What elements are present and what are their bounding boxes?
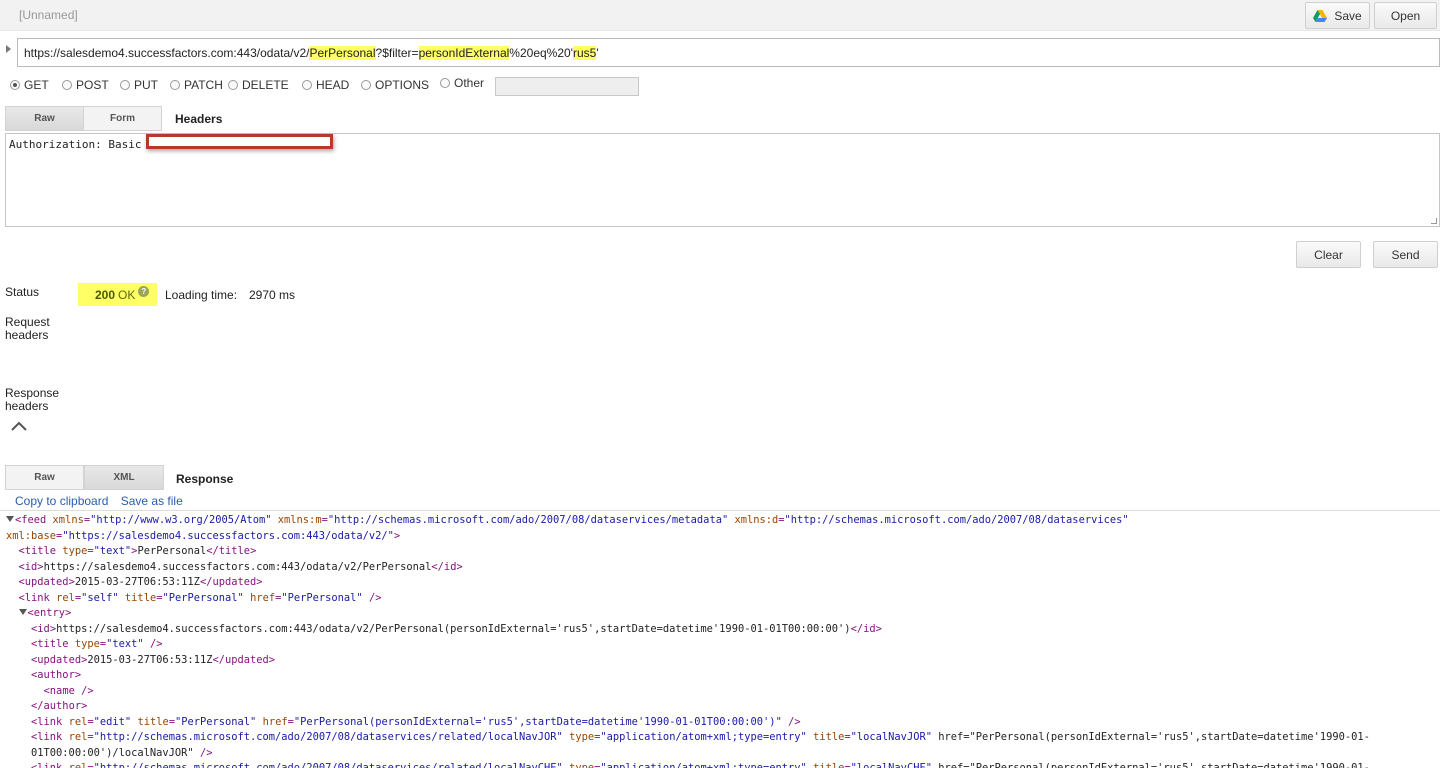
- radio-icon[interactable]: [228, 80, 238, 90]
- method-label: HEAD: [316, 78, 350, 92]
- status-text: OK: [118, 287, 136, 302]
- radio-icon[interactable]: [170, 80, 180, 90]
- method-patch[interactable]: PATCH: [170, 78, 223, 92]
- headers-tab-raw[interactable]: Raw: [5, 106, 84, 131]
- request-name[interactable]: [Unnamed]: [19, 8, 78, 22]
- method-label: PUT: [134, 78, 158, 92]
- url-part: rus5: [572, 46, 597, 60]
- xml-line: <id>https://salesdemo4.successfactors.co…: [31, 622, 882, 635]
- url-part: personIdExternal: [418, 46, 510, 60]
- xml-line: <link rel="edit" title="PerPersonal" hre…: [31, 715, 801, 728]
- send-button[interactable]: Send: [1373, 241, 1438, 268]
- response-headers-label-2: headers: [5, 399, 49, 413]
- xml-line: <link rel="self" title="PerPersonal" hre…: [18, 591, 382, 604]
- headers-section-label: Headers: [175, 112, 223, 126]
- xml-line: </author>: [31, 700, 88, 712]
- xml-line: <title type="text" />: [31, 638, 163, 650]
- xml-line: <feed xmlns="http://www.w3.org/2005/Atom…: [6, 513, 1440, 529]
- help-icon[interactable]: ?: [138, 286, 150, 297]
- method-label: OPTIONS: [375, 78, 430, 92]
- expand-url-arrow-icon[interactable]: [6, 45, 11, 53]
- radio-icon[interactable]: [120, 80, 130, 90]
- xml-line: xml:base="https://salesdemo4.successfact…: [6, 529, 401, 542]
- open-button[interactable]: Open: [1374, 2, 1437, 29]
- url-part: %20eq%20': [509, 46, 573, 60]
- method-delete[interactable]: DELETE: [228, 78, 289, 92]
- xml-line: <updated>2015-03-27T06:53:11Z</updated>: [18, 576, 263, 588]
- method-label: POST: [76, 78, 109, 92]
- headers-text: Authorization: Basic: [9, 138, 142, 151]
- clear-button[interactable]: Clear: [1296, 241, 1361, 268]
- radio-icon[interactable]: [10, 80, 20, 90]
- xml-line: 01T00:00:00')/localNavJOR" />: [6, 746, 213, 759]
- xml-line: <name />: [43, 684, 94, 697]
- save-label: Save: [1334, 8, 1362, 23]
- method-label: Other: [454, 76, 485, 90]
- top-bar: [Unnamed] Save Open: [0, 0, 1440, 31]
- collapse-triangle-icon[interactable]: [18, 609, 27, 615]
- save-button[interactable]: Save: [1305, 2, 1370, 29]
- status-label: Status: [5, 285, 40, 299]
- response-tab-raw[interactable]: Raw: [5, 465, 84, 490]
- method-get[interactable]: GET: [10, 78, 49, 92]
- xml-line: <entry>: [6, 606, 1440, 622]
- url-input[interactable]: https://salesdemo4.successfactors.com:44…: [17, 38, 1440, 67]
- response-xml-viewer[interactable]: <feed xmlns="http://www.w3.org/2005/Atom…: [0, 510, 1440, 768]
- response-section-label: Response: [176, 472, 234, 486]
- xml-line: <link rel="http://schemas.microsoft.com/…: [31, 731, 1370, 743]
- method-post[interactable]: POST: [62, 78, 109, 92]
- request-headers-label-2: headers: [5, 328, 49, 342]
- url-part: ': [596, 46, 599, 60]
- url-part: https://salesdemo4.successfactors.com:44…: [24, 46, 310, 60]
- caret-up-icon[interactable]: [11, 420, 27, 432]
- xml-line: <link rel="http://schemas.microsoft.com/…: [31, 762, 1370, 768]
- headers-tab-form[interactable]: Form: [83, 106, 162, 131]
- radio-icon[interactable]: [361, 80, 371, 90]
- method-label: GET: [24, 78, 49, 92]
- method-label: DELETE: [242, 78, 289, 92]
- radio-icon[interactable]: [440, 78, 450, 88]
- collapse-triangle-icon[interactable]: [6, 516, 14, 522]
- status-code: 200: [95, 287, 116, 302]
- copy-to-clipboard-link[interactable]: Copy to clipboard: [15, 494, 108, 508]
- method-other[interactable]: Other: [440, 76, 484, 90]
- resize-grip-icon[interactable]: [1431, 218, 1437, 224]
- loading-time-label: Loading time:: [165, 288, 238, 302]
- xml-line: <updated>2015-03-27T06:53:11Z</updated>: [31, 653, 276, 666]
- radio-icon[interactable]: [302, 80, 312, 90]
- method-options[interactable]: OPTIONS: [361, 78, 429, 92]
- method-label: PATCH: [184, 78, 223, 92]
- radio-icon[interactable]: [62, 80, 72, 90]
- save-as-file-link[interactable]: Save as file: [121, 494, 183, 508]
- google-drive-icon: [1313, 9, 1328, 22]
- xml-line: <title type="text">PerPersonal</title>: [18, 545, 257, 557]
- response-actions: Copy to clipboard Save as file: [15, 494, 192, 508]
- loading-time-value: 2970 ms: [249, 288, 296, 302]
- url-part: PerPersonal: [309, 46, 376, 60]
- xml-line: <id>https://salesdemo4.successfactors.co…: [18, 560, 463, 573]
- other-method-input[interactable]: [495, 77, 639, 96]
- response-tab-xml[interactable]: XML: [84, 465, 164, 490]
- method-put[interactable]: PUT: [120, 78, 158, 92]
- status-badge: 200 OK ?: [78, 283, 157, 306]
- method-head[interactable]: HEAD: [302, 78, 349, 92]
- url-part: ?$filter=: [375, 46, 419, 60]
- xml-line: <author>: [31, 669, 82, 681]
- redaction-box: [146, 134, 333, 149]
